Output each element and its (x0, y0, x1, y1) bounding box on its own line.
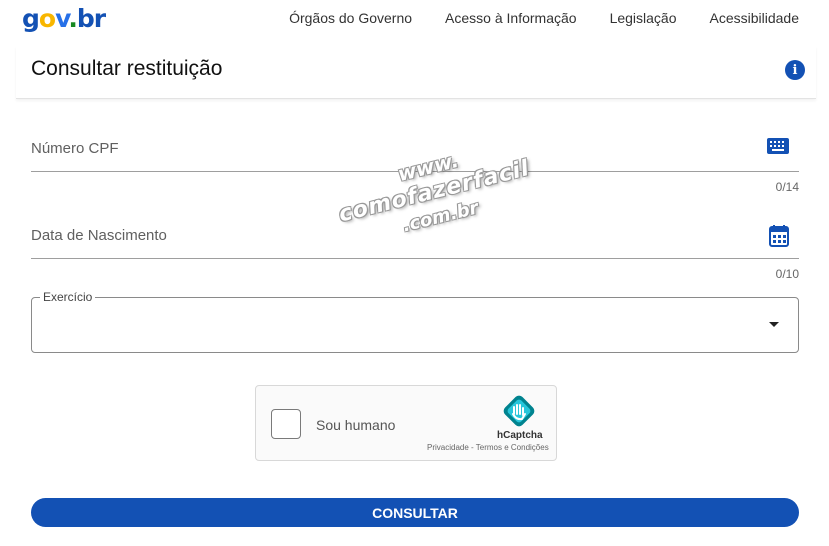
hcaptcha-brand: hCaptcha (497, 430, 543, 441)
calendar-icon[interactable] (769, 225, 789, 252)
keyboard-icon[interactable] (767, 138, 789, 159)
info-icon[interactable]: i (785, 60, 805, 80)
top-bar: gov.br Órgãos do Governo Acesso à Inform… (0, 0, 829, 40)
govbr-logo[interactable]: gov.br (22, 4, 106, 33)
cpf-char-counter: 0/14 (775, 180, 799, 194)
hcaptcha-logo-icon (502, 394, 536, 433)
logo-v: v (55, 4, 69, 33)
birth-date-char-counter: 0/10 (775, 267, 799, 281)
nav-orgaos-do-governo[interactable]: Órgãos do Governo (289, 10, 412, 26)
captcha-label: Sou humano (316, 417, 396, 433)
captcha-checkbox[interactable] (271, 409, 301, 439)
hcaptcha-widget: Sou humano hCaptcha Privacidade - Termos… (255, 385, 557, 461)
cpf-field (31, 128, 799, 172)
logo-dot: . (68, 4, 77, 33)
logo-g: g (22, 4, 40, 33)
main-nav: Órgãos do Governo Acesso à Informação Le… (289, 10, 799, 26)
logo-br: br (76, 4, 106, 33)
page-title: Consultar restituição (31, 57, 223, 80)
nav-legislacao[interactable]: Legislação (610, 10, 677, 26)
nav-acessibilidade[interactable]: Acessibilidade (710, 10, 800, 26)
hcaptcha-links[interactable]: Privacidade - Termos e Condições (427, 443, 549, 452)
consultar-button[interactable]: CONSULTAR (31, 498, 799, 527)
nav-acesso-a-informacao[interactable]: Acesso à Informação (445, 10, 577, 26)
exercicio-select[interactable]: Exercício (31, 290, 799, 353)
exercicio-label: Exercício (40, 290, 96, 304)
birth-date-input[interactable] (31, 215, 751, 255)
birth-date-field (31, 215, 799, 259)
cpf-input[interactable] (31, 128, 751, 168)
logo-o: o (38, 4, 56, 33)
caret-down-icon[interactable] (769, 322, 779, 327)
card-header: Consultar restituição i (16, 46, 816, 99)
